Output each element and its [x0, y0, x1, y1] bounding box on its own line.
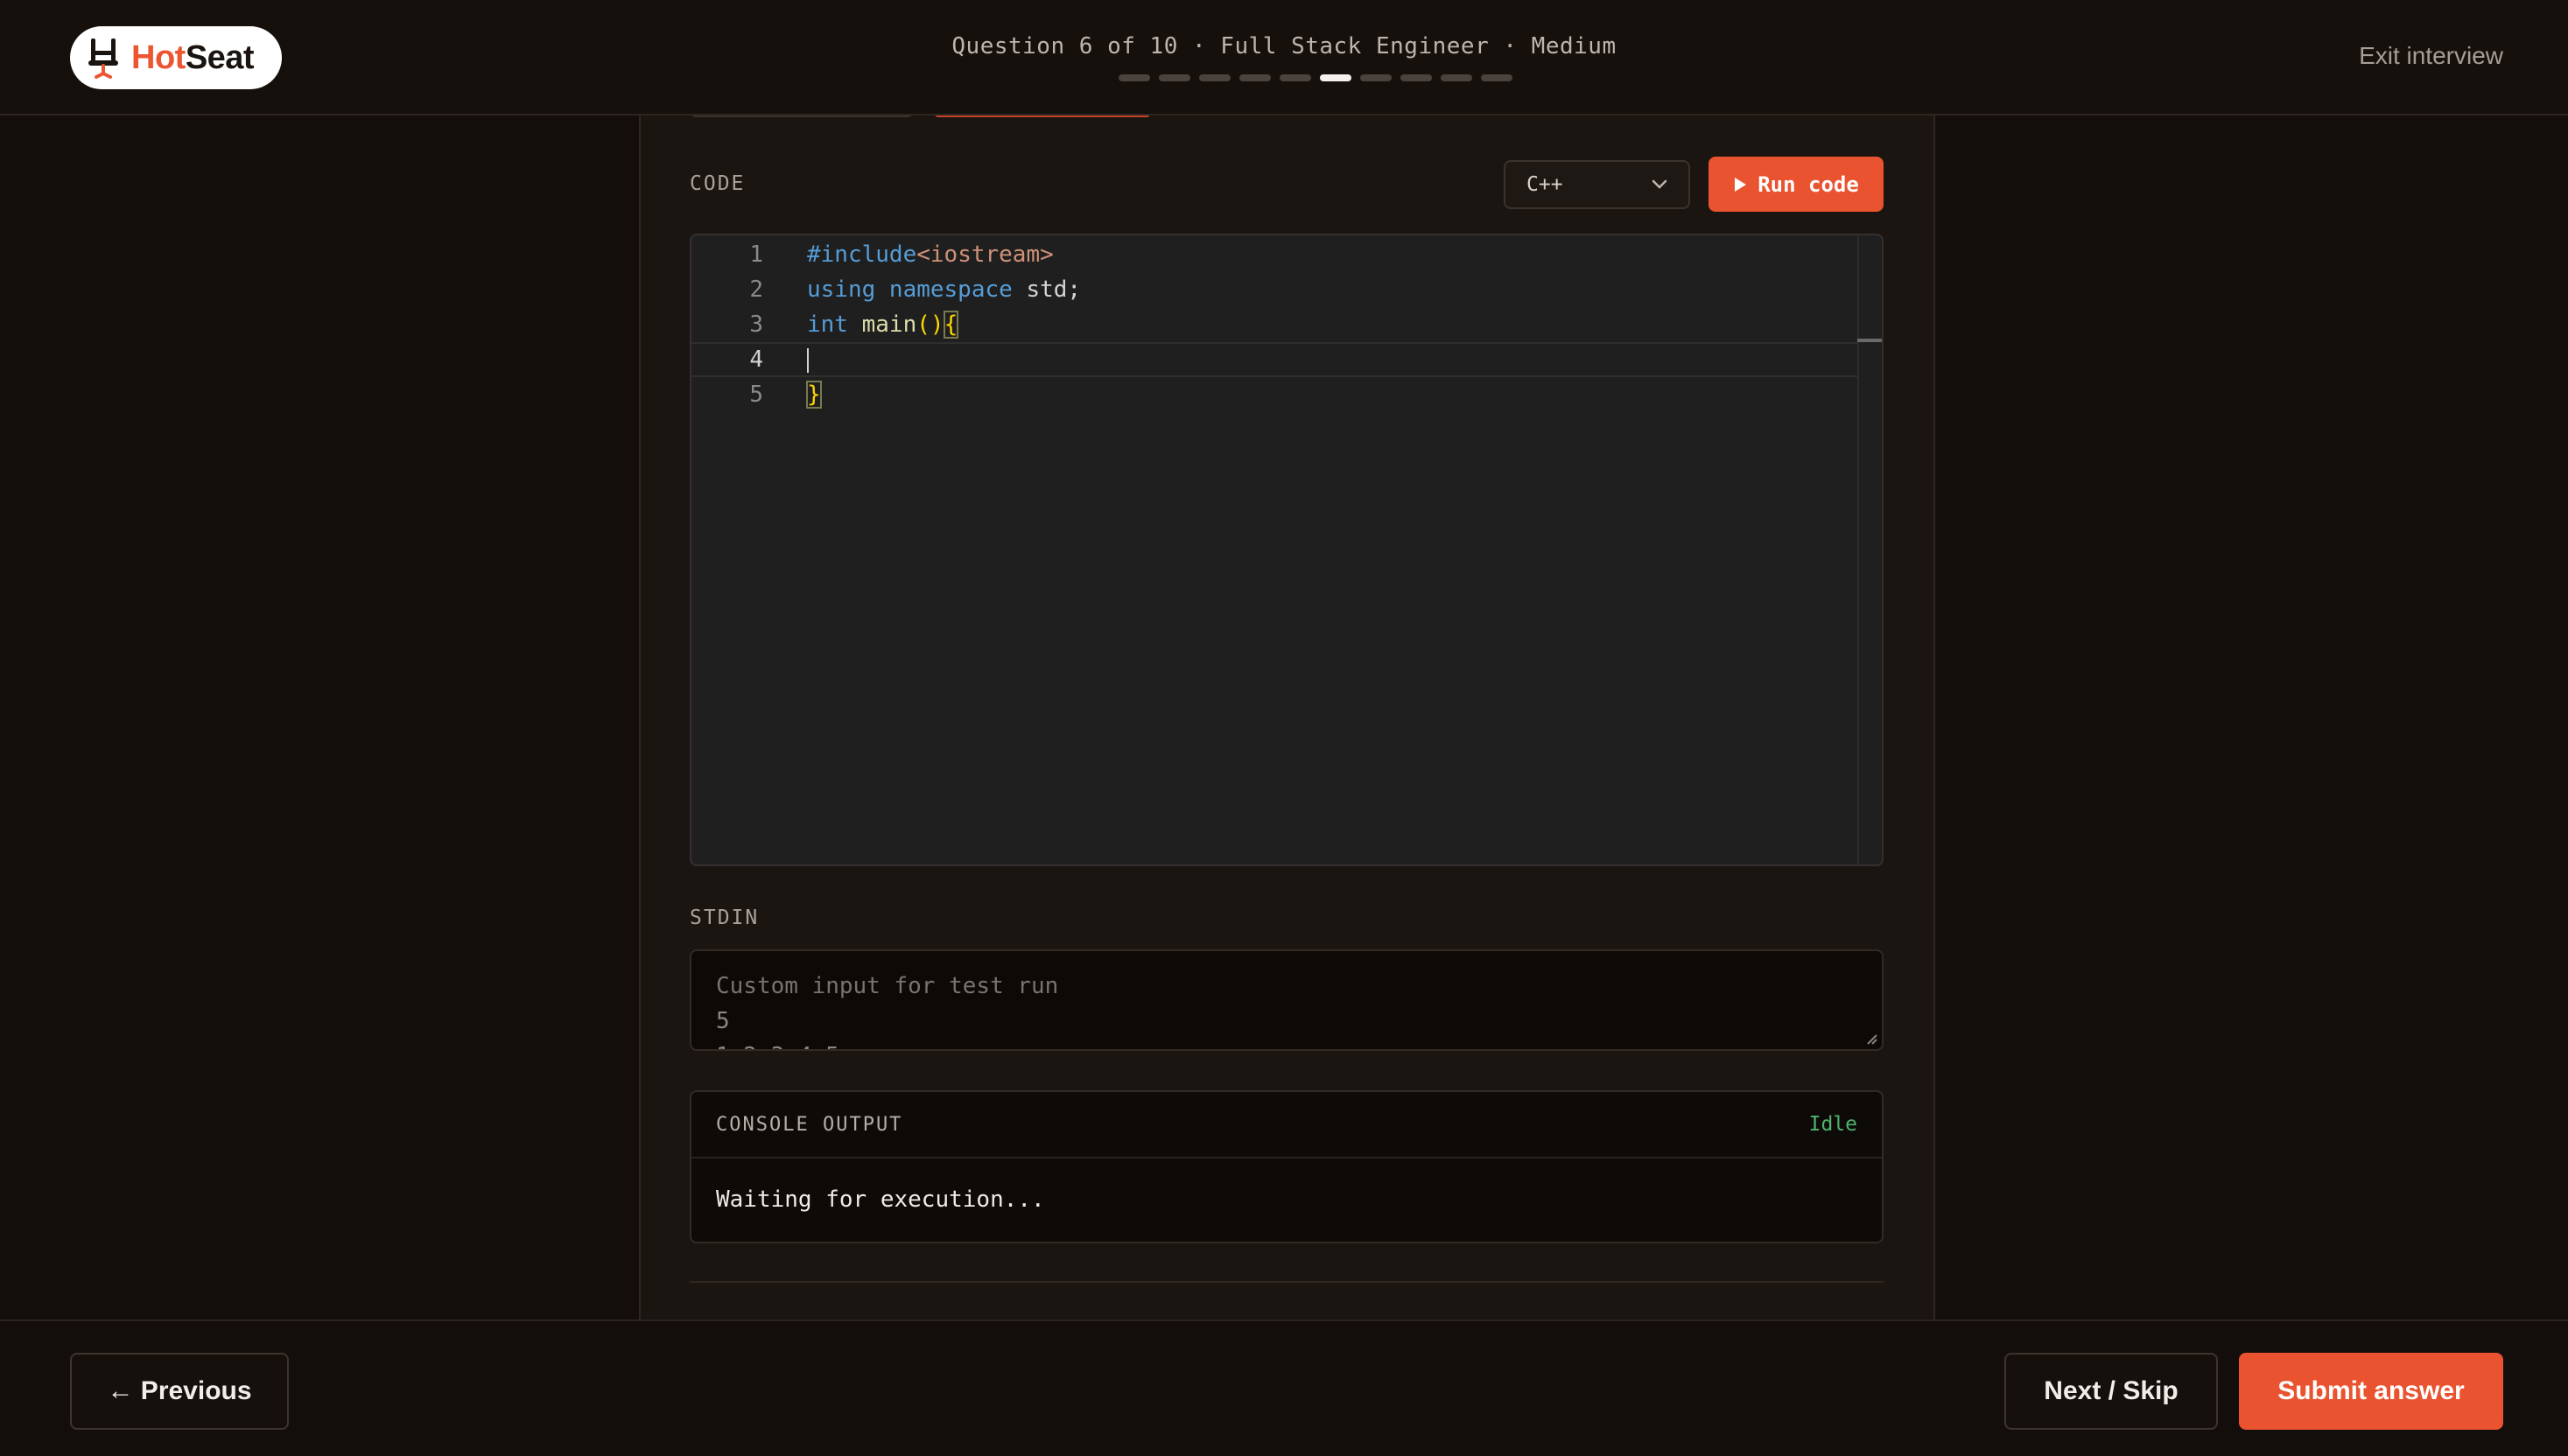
line-number: 4 — [749, 346, 763, 373]
console-text: Waiting for execution... — [716, 1186, 1045, 1213]
stdin-label: STDIN — [690, 906, 760, 929]
progress-segment — [1360, 74, 1392, 81]
line-number: 5 — [749, 382, 763, 408]
progress-segment — [1400, 74, 1432, 81]
code-line-current: 4 — [691, 342, 1859, 377]
code-text: } — [806, 381, 822, 409]
line-number: 3 — [749, 312, 763, 338]
line-number: 2 — [749, 276, 763, 303]
submit-answer-button[interactable]: Submit answer — [2239, 1353, 2503, 1430]
run-code-button[interactable]: Run code — [1708, 157, 1884, 212]
progress-segment — [1159, 74, 1190, 81]
resize-handle-icon[interactable] — [1864, 1032, 1878, 1046]
console-title: CONSOLE OUTPUT — [716, 1113, 903, 1136]
code-line: 2 using namespace std; — [691, 272, 1859, 307]
code-text — [807, 346, 809, 373]
scrollbar-marker — [1857, 339, 1882, 342]
stdin-line: 5 — [716, 1008, 730, 1034]
top-bar: HotSeat Question 6 of 10 · Full Stack En… — [0, 0, 2568, 116]
bottom-bar: ← Previous Next / Skip Submit answer — [0, 1320, 2568, 1456]
progress-segment — [1239, 74, 1271, 81]
progress-segment — [1320, 74, 1351, 81]
next-skip-button[interactable]: Next / Skip — [2004, 1353, 2218, 1430]
exit-interview-link[interactable]: Exit interview — [2359, 42, 2503, 70]
console-header: CONSOLE OUTPUT Idle — [691, 1092, 1882, 1158]
chevron-down-icon — [1652, 179, 1667, 189]
code-line: 1 #include<iostream> — [691, 237, 1859, 272]
play-icon — [1735, 177, 1747, 192]
progress-segment — [1280, 74, 1311, 81]
console-status-badge: Idle — [1808, 1113, 1857, 1136]
language-value: C++ — [1526, 173, 1563, 196]
stdin-input[interactable]: Custom input for test run 5 1 2 3 4 5 — [690, 949, 1884, 1051]
code-text: #include<iostream> — [807, 242, 1054, 268]
code-text: int main(){ — [807, 311, 959, 339]
code-label: CODE — [690, 172, 746, 195]
progress-segment — [1119, 74, 1150, 81]
code-text: using namespace std; — [807, 276, 1082, 303]
stdin-line: 1 2 3 4 5 — [716, 1039, 1857, 1049]
progress-segment — [1441, 74, 1472, 81]
language-select[interactable]: C++ — [1504, 160, 1690, 209]
question-meta: Question 6 of 10 · Full Stack Engineer ·… — [951, 33, 1617, 60]
section-divider — [690, 1281, 1884, 1283]
code-line: 5 } — [691, 377, 1859, 412]
progress-segment — [1199, 74, 1231, 81]
console-output: CONSOLE OUTPUT Idle Waiting for executio… — [690, 1090, 1884, 1243]
editor-scrollbar[interactable] — [1857, 235, 1882, 864]
code-editor[interactable]: 1 #include<iostream> 2 using namespace s… — [690, 234, 1884, 866]
question-progress — [1119, 74, 1512, 81]
progress-segment — [1481, 74, 1512, 81]
previous-button[interactable]: ← Previous — [70, 1353, 289, 1430]
line-number: 1 — [749, 242, 763, 268]
run-code-label: Run code — [1758, 172, 1859, 197]
code-line: 3 int main(){ — [691, 307, 1859, 342]
stdin-placeholder: Custom input for test run — [716, 973, 1059, 999]
